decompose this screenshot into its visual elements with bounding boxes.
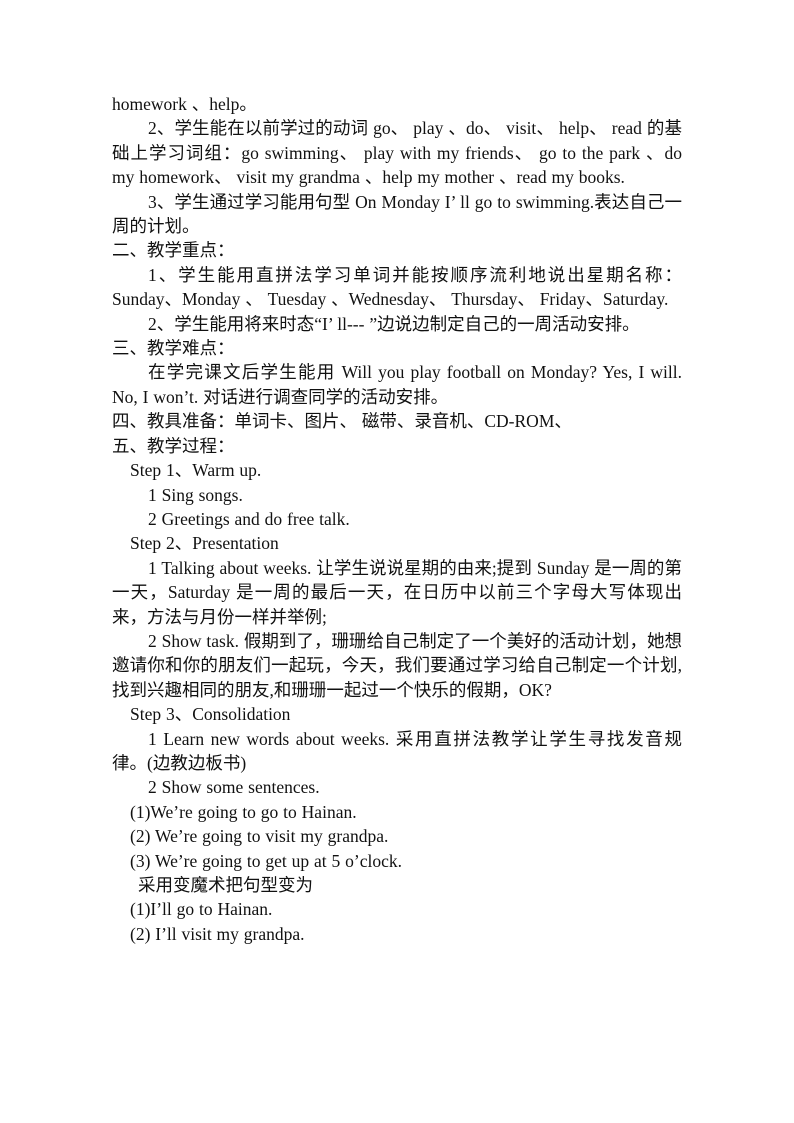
step-item: 2 Show some sentences. — [148, 777, 320, 798]
example-sentence: (1)I’ll go to Hainan. — [130, 899, 273, 920]
step-item: 1 Sing songs. — [148, 484, 243, 505]
step-heading: Step 2、Presentation — [130, 533, 279, 554]
paragraph-line: 2、学生能在以前学过的动词 go、 play 、do、 visit、 help、… — [112, 118, 682, 188]
example-sentence: (2) I’ll visit my grandpa. — [130, 923, 305, 944]
paragraph-line: 3、学生通过学习能用句型 On Monday I’ ll go to swimm… — [112, 191, 682, 237]
document-page: homework 、help。 2、学生能在以前学过的动词 go、 play 、… — [0, 0, 794, 1123]
paragraph-line: homework 、help。 — [112, 94, 257, 114]
example-sentence: (2) We’re going to visit my grandpa. — [130, 826, 389, 847]
paragraph-line: 在学完课文后学生能用 Will you play football on Mon… — [112, 362, 682, 407]
paragraph-line: 1、学生能用直拼法学习单词并能按顺序流利地说出星期名称：Sunday、Monda… — [112, 264, 682, 310]
document-body: homework 、help。 2、学生能在以前学过的动词 go、 play 、… — [112, 92, 682, 946]
step-item: 1 Talking about weeks. 让学生说说星期的由来;提到 Sun… — [112, 557, 682, 627]
step-item: 2 Greetings and do free talk. — [148, 508, 350, 529]
section-heading: 四、教具准备：单词卡、图片、 磁带、录音机、CD-ROM、 — [112, 411, 572, 432]
step-heading: Step 3、Consolidation — [130, 704, 291, 725]
example-sentence: (3) We’re going to get up at 5 o’clock. — [130, 850, 402, 871]
section-heading: 二、教学重点： — [112, 240, 235, 261]
step-item: 1 Learn new words about weeks. 采用直拼法教学让学… — [112, 728, 682, 773]
section-heading: 三、教学难点： — [112, 338, 235, 359]
instruction-line: 采用变魔术把句型变为 — [138, 875, 313, 895]
section-heading: 五、教学过程： — [112, 435, 235, 456]
paragraph-line: 2、学生能用将来时态“I’ ll--- ”边说边制定自己的一周活动安排。 — [148, 313, 640, 334]
example-sentence: (1)We’re going to go to Hainan. — [130, 801, 357, 822]
step-item: 2 Show task. 假期到了，珊珊给自己制定了一个美好的活动计划，她想邀请… — [112, 630, 682, 700]
step-heading: Step 1、Warm up. — [130, 460, 262, 481]
